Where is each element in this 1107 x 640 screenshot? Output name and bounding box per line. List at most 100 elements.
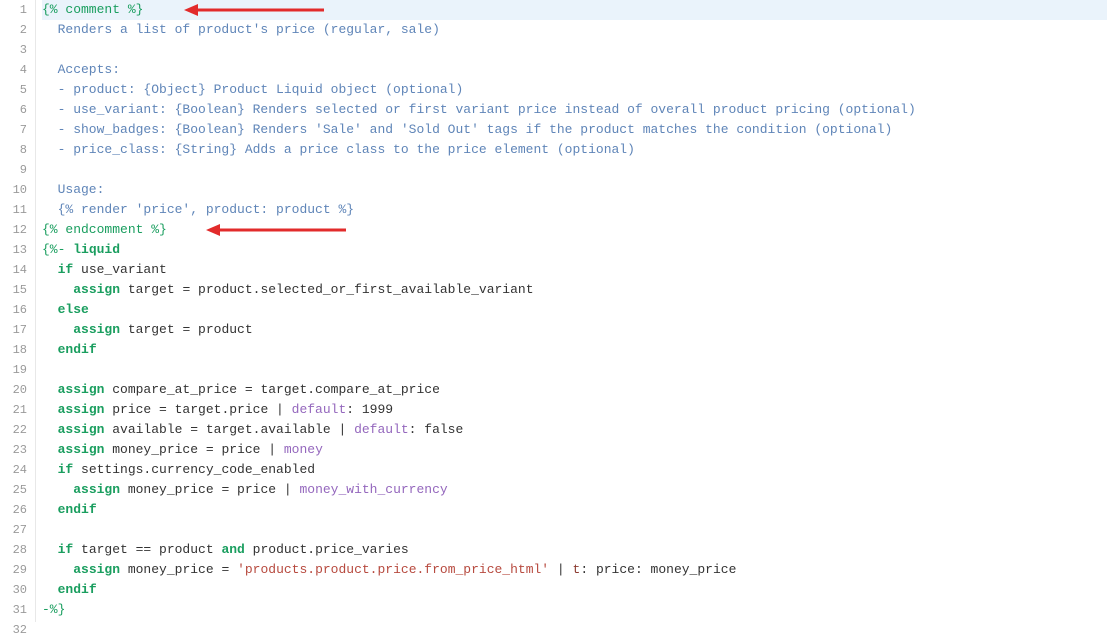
code-token: default xyxy=(292,402,347,417)
line-number: 25 xyxy=(0,480,35,500)
code-token: assign xyxy=(73,562,120,577)
line-number: 11 xyxy=(0,200,35,220)
code-line[interactable]: else xyxy=(42,300,1107,320)
code-token xyxy=(42,542,58,557)
code-token: assign xyxy=(73,282,120,297)
code-token: money_price = price | xyxy=(120,482,299,497)
code-line[interactable]: if target == product and product.price_v… xyxy=(42,540,1107,560)
line-number: 4 xyxy=(0,60,35,80)
code-token xyxy=(42,302,58,317)
code-token: target = product xyxy=(120,322,253,337)
code-token: target == product xyxy=(73,542,221,557)
code-line[interactable]: assign available = target.available | de… xyxy=(42,420,1107,440)
code-token xyxy=(42,402,58,417)
line-number: 16 xyxy=(0,300,35,320)
code-token xyxy=(42,322,73,337)
code-token: money_price = price | xyxy=(104,442,283,457)
code-line[interactable]: Accepts: xyxy=(42,60,1107,80)
line-number: 19 xyxy=(0,360,35,380)
code-line[interactable]: -%} xyxy=(42,600,1107,620)
code-token xyxy=(42,262,58,277)
code-token: settings.currency_code_enabled xyxy=(73,462,315,477)
code-line[interactable]: if settings.currency_code_enabled xyxy=(42,460,1107,480)
code-line[interactable] xyxy=(42,520,1107,540)
code-line[interactable]: assign price = target.price | default: 1… xyxy=(42,400,1107,420)
code-token xyxy=(42,422,58,437)
code-line[interactable] xyxy=(42,160,1107,180)
line-number: 23 xyxy=(0,440,35,460)
code-line[interactable]: - use_variant: {Boolean} Renders selecte… xyxy=(42,100,1107,120)
code-line[interactable]: assign money_price = 'products.product.p… xyxy=(42,560,1107,580)
code-line[interactable]: {% comment %} xyxy=(42,0,1107,20)
code-line[interactable]: assign target = product.selected_or_firs… xyxy=(42,280,1107,300)
line-number: 17 xyxy=(0,320,35,340)
code-token: -%} xyxy=(42,602,65,617)
line-number: 29 xyxy=(0,560,35,580)
code-line[interactable]: {% endcomment %} xyxy=(42,220,1107,240)
line-number: 24 xyxy=(0,460,35,480)
line-number: 15 xyxy=(0,280,35,300)
code-area[interactable]: {% comment %} Renders a list of product'… xyxy=(36,0,1107,622)
code-line[interactable]: assign target = product xyxy=(42,320,1107,340)
code-line[interactable]: Renders a list of product's price (regul… xyxy=(42,20,1107,40)
code-line[interactable]: if use_variant xyxy=(42,260,1107,280)
code-line[interactable]: - show_badges: {Boolean} Renders 'Sale' … xyxy=(42,120,1107,140)
line-number: 12 xyxy=(0,220,35,240)
code-token xyxy=(42,482,73,497)
code-token xyxy=(42,562,73,577)
code-token: {%- xyxy=(42,242,73,257)
line-number: 10 xyxy=(0,180,35,200)
code-token: 'products.product.price.from_price_html' xyxy=(237,562,549,577)
code-token: Renders a list of product's price (regul… xyxy=(42,22,440,37)
code-line[interactable] xyxy=(42,40,1107,60)
code-token xyxy=(42,462,58,477)
code-token: | xyxy=(549,562,572,577)
code-token: compare_at_price = target.compare_at_pri… xyxy=(104,382,439,397)
line-number: 28 xyxy=(0,540,35,560)
code-token: Usage: xyxy=(42,182,104,197)
code-token xyxy=(42,382,58,397)
code-token: liquid xyxy=(73,242,120,257)
code-token: money_with_currency xyxy=(299,482,447,497)
line-number: 21 xyxy=(0,400,35,420)
code-line[interactable]: Usage: xyxy=(42,180,1107,200)
line-number: 13 xyxy=(0,240,35,260)
code-token xyxy=(42,282,73,297)
code-token xyxy=(42,342,58,357)
code-token: - show_badges: {Boolean} Renders 'Sale' … xyxy=(42,122,892,137)
code-token: assign xyxy=(58,402,105,417)
line-number: 31 xyxy=(0,600,35,620)
code-line[interactable]: - product: {Object} Product Liquid objec… xyxy=(42,80,1107,100)
code-line[interactable]: endif xyxy=(42,340,1107,360)
code-token: available = target.available | xyxy=(104,422,354,437)
code-line[interactable]: {% render 'price', product: product %} xyxy=(42,200,1107,220)
code-line[interactable]: endif xyxy=(42,580,1107,600)
line-number: 20 xyxy=(0,380,35,400)
code-token: price = target.price | xyxy=(104,402,291,417)
code-token: endif xyxy=(58,582,97,597)
code-token: - price_class: {String} Adds a price cla… xyxy=(42,142,635,157)
code-line[interactable]: assign compare_at_price = target.compare… xyxy=(42,380,1107,400)
line-number: 32 xyxy=(0,620,35,640)
code-token: Accepts: xyxy=(42,62,120,77)
line-number: 26 xyxy=(0,500,35,520)
code-line[interactable]: assign money_price = price | money xyxy=(42,440,1107,460)
code-token: assign xyxy=(58,382,105,397)
line-number: 6 xyxy=(0,100,35,120)
code-line[interactable] xyxy=(42,620,1107,640)
code-token: - product: {Object} Product Liquid objec… xyxy=(42,82,463,97)
line-number: 9 xyxy=(0,160,35,180)
line-number: 30 xyxy=(0,580,35,600)
line-number: 22 xyxy=(0,420,35,440)
code-line[interactable] xyxy=(42,360,1107,380)
code-line[interactable]: endif xyxy=(42,500,1107,520)
code-token: endif xyxy=(58,342,97,357)
code-line[interactable]: assign money_price = price | money_with_… xyxy=(42,480,1107,500)
code-token: endif xyxy=(58,502,97,517)
line-number: 7 xyxy=(0,120,35,140)
code-token: money xyxy=(284,442,323,457)
code-line[interactable]: {%- liquid xyxy=(42,240,1107,260)
code-line[interactable]: - price_class: {String} Adds a price cla… xyxy=(42,140,1107,160)
line-number: 5 xyxy=(0,80,35,100)
code-token: if xyxy=(58,462,74,477)
